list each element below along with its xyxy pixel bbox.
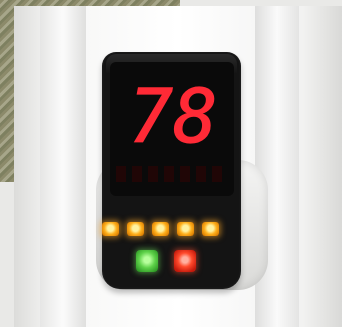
indicator-led-bar (102, 222, 222, 238)
indicator-led-3 (152, 222, 169, 236)
unlit-display-row (116, 166, 226, 182)
right-rail (255, 6, 299, 327)
indicator-led-4 (177, 222, 194, 236)
indicator-led-5 (202, 222, 219, 236)
temperature-reading: 78 (128, 74, 217, 160)
digital-readout: 78 (128, 73, 218, 160)
photo-scene: 78 (0, 0, 342, 327)
indicator-led-1 (102, 222, 119, 236)
red-button[interactable] (174, 250, 196, 272)
left-rail (40, 6, 86, 327)
indicator-led-2 (127, 222, 144, 236)
green-button[interactable] (136, 250, 158, 272)
